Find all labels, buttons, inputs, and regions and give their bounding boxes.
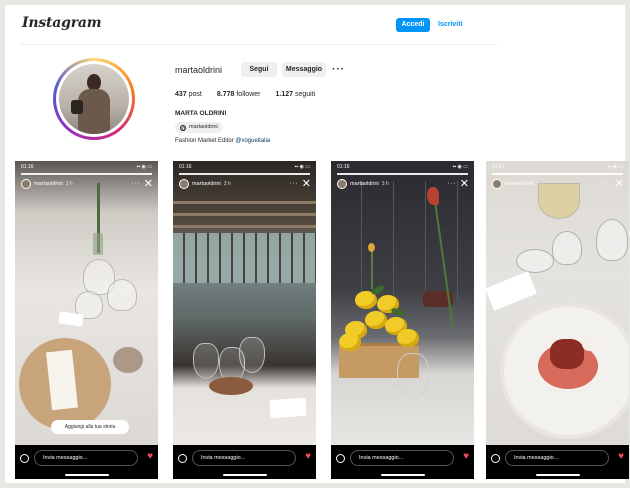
add-to-story-sticker[interactable]: Aggiungi alla tua storia [51, 420, 129, 434]
story-avatar[interactable] [21, 179, 31, 189]
reply-input[interactable]: Invia messaggio... [34, 450, 138, 466]
story-image [15, 161, 158, 445]
status-icons: ▪▪ ◉ ▭ [294, 164, 310, 170]
followers-stat[interactable]: 8.778 follower [217, 91, 261, 98]
status-icons: ▪▪ ◉ ▭ [452, 164, 468, 170]
top-bar: Instagram Accedi Iscriviti [5, 5, 625, 45]
reply-input[interactable]: Invia messaggio... [505, 450, 609, 466]
heart-icon[interactable]: ♥ [147, 452, 153, 462]
close-icon[interactable]: ✕ [460, 179, 469, 190]
story-more-icon[interactable]: ··· [448, 180, 457, 187]
follow-button[interactable]: Segui [241, 62, 277, 77]
story-more-icon[interactable]: ··· [132, 180, 141, 187]
story-progress-bar [179, 173, 310, 175]
camera-icon[interactable] [491, 454, 500, 463]
heart-icon[interactable]: ♥ [463, 452, 469, 462]
posts-stat: 437 post [175, 91, 202, 98]
profile-avatar-ring[interactable] [53, 58, 135, 140]
story-avatar[interactable] [337, 179, 347, 189]
camera-icon[interactable] [336, 454, 345, 463]
story-1[interactable]: 01:16 ▪▪ ◉ ▭ martaoldrini 3 h ··· ✕ Aggi… [15, 161, 158, 479]
reply-input[interactable]: Invia messaggio... [192, 450, 296, 466]
close-icon[interactable]: ✕ [302, 179, 311, 190]
instagram-logo[interactable]: Instagram [22, 15, 102, 31]
story-reply-bar: Invia messaggio... ♥ [331, 445, 474, 479]
signup-link[interactable]: Iscriviti [438, 18, 463, 32]
camera-icon[interactable] [20, 454, 29, 463]
bio-mention-link[interactable]: @vogueitalia [235, 138, 270, 144]
story-image [331, 161, 474, 445]
story-progress-bar [21, 173, 152, 175]
following-stat[interactable]: 1.127 seguiti [275, 91, 315, 98]
login-button[interactable]: Accedi [396, 18, 430, 32]
story-reply-bar: Invia messaggio... ♥ [173, 445, 316, 479]
profile-stats: 437 post 8.778 follower 1.127 seguiti [175, 91, 315, 98]
status-icons: ▪▪ ◉ ▭ [136, 164, 152, 170]
header-divider [20, 44, 498, 45]
threads-badge[interactable]: @ martaoldrini [175, 122, 223, 133]
message-button[interactable]: Messaggio [282, 62, 326, 77]
profile-username: martaoldrini [175, 65, 223, 75]
camera-icon[interactable] [178, 454, 187, 463]
threads-icon: @ [180, 124, 187, 132]
story-progress-bar [492, 173, 623, 175]
story-more-icon[interactable]: ··· [603, 180, 612, 187]
profile-full-name: MARTA OLDRINI [175, 110, 227, 117]
status-icons: ▪▪ ◉ ▭ [607, 164, 623, 170]
story-image [173, 161, 316, 445]
story-4[interactable]: 01:17 ▪▪ ◉ ▭ martaoldrini 3 h ··· ✕ Invi… [486, 161, 629, 479]
more-options-icon[interactable]: ··· [332, 62, 345, 77]
browser-page: Instagram Accedi Iscriviti martaoldrini … [5, 5, 629, 483]
story-more-icon[interactable]: ··· [290, 180, 299, 187]
close-icon[interactable]: ✕ [144, 179, 153, 190]
story-image [486, 161, 629, 445]
close-icon[interactable]: ✕ [615, 179, 624, 190]
reply-input[interactable]: Invia messaggio... [350, 450, 454, 466]
story-2[interactable]: 01:16 ▪▪ ◉ ▭ martaoldrini 3 h ··· ✕ Invi… [173, 161, 316, 479]
story-avatar[interactable] [492, 179, 502, 189]
avatar [59, 64, 129, 134]
profile-bio: Fashion Market Editor @vogueitalia [175, 138, 271, 144]
story-reply-bar: Invia messaggio... ♥ [15, 445, 158, 479]
story-progress-bar [337, 173, 468, 175]
heart-icon[interactable]: ♥ [305, 452, 311, 462]
heart-icon[interactable]: ♥ [618, 452, 624, 462]
story-avatar[interactable] [179, 179, 189, 189]
story-3[interactable]: 01:16 ▪▪ ◉ ▭ martaoldrini 3 h ··· ✕ Invi… [331, 161, 474, 479]
story-reply-bar: Invia messaggio... ♥ [486, 445, 629, 479]
